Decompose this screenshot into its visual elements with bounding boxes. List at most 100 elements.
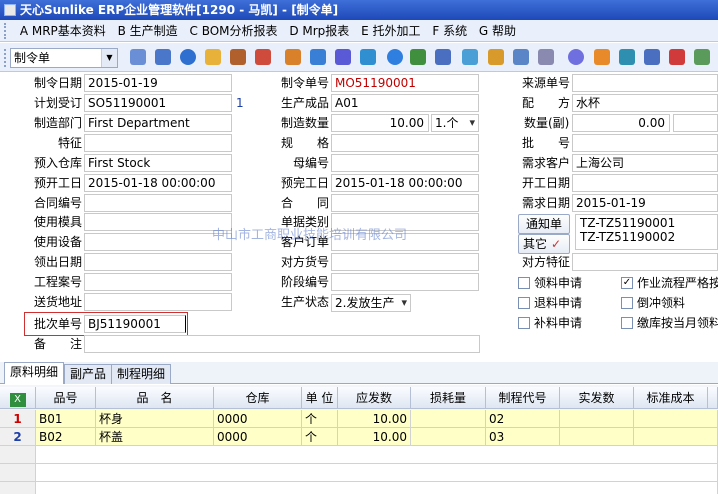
export-icon[interactable]: [694, 49, 710, 65]
help-icon[interactable]: [387, 49, 403, 65]
unit-select[interactable]: 1.个: [431, 114, 479, 132]
source-no-field[interactable]: [572, 74, 718, 92]
cart-icon[interactable]: [435, 49, 451, 65]
edit-icon[interactable]: [335, 49, 351, 65]
form-type-combo[interactable]: 制令单 ▼: [10, 48, 118, 68]
briefcase-icon[interactable]: [230, 49, 246, 65]
cell-unit[interactable]: 个: [302, 428, 338, 446]
aux-unit-field[interactable]: [673, 114, 718, 132]
qty-field[interactable]: 10.00: [331, 114, 429, 132]
gear-icon[interactable]: [410, 49, 426, 65]
col-loss[interactable]: 损耗量: [411, 387, 486, 409]
peer-feature-field[interactable]: [572, 253, 718, 271]
monitor-icon[interactable]: [155, 49, 171, 65]
match-field[interactable]: 水杯: [572, 94, 718, 112]
bell-icon[interactable]: [594, 49, 610, 65]
empty-row[interactable]: [36, 482, 718, 494]
contract-no-field[interactable]: [84, 194, 232, 212]
cell-code[interactable]: B01: [36, 410, 96, 428]
menu-bom-report[interactable]: C BOM分析报表: [186, 20, 282, 41]
row-index[interactable]: [0, 446, 36, 464]
delete-icon[interactable]: [669, 49, 685, 65]
col-warehouse[interactable]: 仓库: [214, 387, 302, 409]
cell-actual[interactable]: [560, 410, 634, 428]
actual-start-field[interactable]: [572, 174, 718, 192]
menu-system[interactable]: F 系统: [428, 20, 471, 41]
menu-mrp-report[interactable]: D Mrp报表: [285, 20, 353, 41]
start-date-field[interactable]: 2015-01-18 00:00:00: [84, 174, 232, 192]
phone-icon[interactable]: [180, 49, 196, 65]
parent-field[interactable]: [331, 154, 479, 172]
row-index[interactable]: [0, 482, 36, 494]
cell-process[interactable]: 02: [486, 410, 560, 428]
users-icon[interactable]: [285, 49, 301, 65]
plan-order-field[interactable]: SO51190001: [84, 94, 232, 112]
tools-icon[interactable]: [255, 49, 271, 65]
product-field[interactable]: A01: [331, 94, 479, 112]
col-code[interactable]: 品号: [36, 387, 96, 409]
cell-loss[interactable]: [411, 410, 486, 428]
finish-date-field[interactable]: 2015-01-18 00:00:00: [331, 174, 479, 192]
menu-mrp-basic[interactable]: A MRP基本资料: [16, 20, 110, 41]
empty-row[interactable]: [36, 446, 718, 464]
warehouse-field[interactable]: First Stock: [84, 154, 232, 172]
excel-icon[interactable]: X: [0, 387, 36, 409]
cell-code[interactable]: B02: [36, 428, 96, 446]
check-icon[interactable]: [568, 49, 584, 65]
chevron-down-icon[interactable]: ▼: [101, 49, 117, 67]
empty-row[interactable]: [36, 464, 718, 482]
project-field[interactable]: [84, 273, 232, 291]
notify-item-1[interactable]: TZ-TZ51190001: [580, 216, 713, 230]
globe-icon[interactable]: [310, 49, 326, 65]
cell-qty[interactable]: 10.00: [338, 428, 411, 446]
aux-qty-field[interactable]: 0.00: [572, 114, 670, 132]
tree-icon[interactable]: [130, 49, 146, 65]
print-icon[interactable]: [644, 49, 660, 65]
checkbox-return-request[interactable]: [518, 297, 530, 309]
col-qty[interactable]: 应发数: [338, 387, 411, 409]
feature-field[interactable]: [84, 134, 232, 152]
col-process[interactable]: 制程代号: [486, 387, 560, 409]
cell-unit[interactable]: 个: [302, 410, 338, 428]
cell-warehouse[interactable]: 0000: [214, 410, 302, 428]
calendar-icon[interactable]: [488, 49, 504, 65]
book-icon[interactable]: [360, 49, 376, 65]
dept-field[interactable]: First Department: [84, 114, 232, 132]
col-cost[interactable]: 标准成本: [634, 387, 708, 409]
spec-field[interactable]: [331, 134, 479, 152]
tab-byproducts[interactable]: 副产品: [64, 364, 113, 384]
remark-field[interactable]: [84, 335, 480, 353]
batch-no-field[interactable]: [572, 134, 718, 152]
mold-field[interactable]: [84, 213, 232, 231]
col-actual[interactable]: 实发数: [560, 387, 634, 409]
notify-item-2[interactable]: TZ-TZ51190002: [580, 230, 713, 244]
cell-process[interactable]: 03: [486, 428, 560, 446]
equipment-field[interactable]: [84, 233, 232, 251]
tab-processes[interactable]: 制程明细: [111, 364, 172, 384]
mo-no-field[interactable]: MO51190001: [331, 74, 479, 92]
checkbox-pick-request[interactable]: [518, 277, 530, 289]
checkbox-strict-process[interactable]: ✓: [621, 277, 633, 289]
item-no-field[interactable]: [331, 253, 479, 271]
col-unit[interactable]: 单 位: [302, 387, 338, 409]
menu-outsourcing[interactable]: E 托外加工: [357, 20, 424, 41]
checkbox-backflush[interactable]: [621, 297, 633, 309]
cell-qty[interactable]: 10.00: [338, 410, 411, 428]
cell-actual[interactable]: [560, 428, 634, 446]
cell-loss[interactable]: [411, 428, 486, 446]
menu-help[interactable]: G 帮助: [475, 20, 520, 41]
org-icon[interactable]: [619, 49, 635, 65]
copy-icon[interactable]: [462, 49, 478, 65]
address-field[interactable]: [84, 293, 232, 311]
cell-name[interactable]: 杯身: [96, 410, 214, 428]
tab-materials[interactable]: 原料明细: [4, 362, 65, 384]
col-more[interactable]: [708, 387, 718, 409]
customer-field[interactable]: 上海公司: [572, 154, 718, 172]
list-icon[interactable]: [513, 49, 529, 65]
document-icon[interactable]: [538, 49, 554, 65]
cell-cost[interactable]: [634, 428, 718, 446]
stage-field[interactable]: [331, 273, 479, 291]
contract-field[interactable]: [331, 194, 479, 212]
checkbox-supplement-request[interactable]: [518, 317, 530, 329]
issue-date-field[interactable]: [84, 253, 232, 271]
